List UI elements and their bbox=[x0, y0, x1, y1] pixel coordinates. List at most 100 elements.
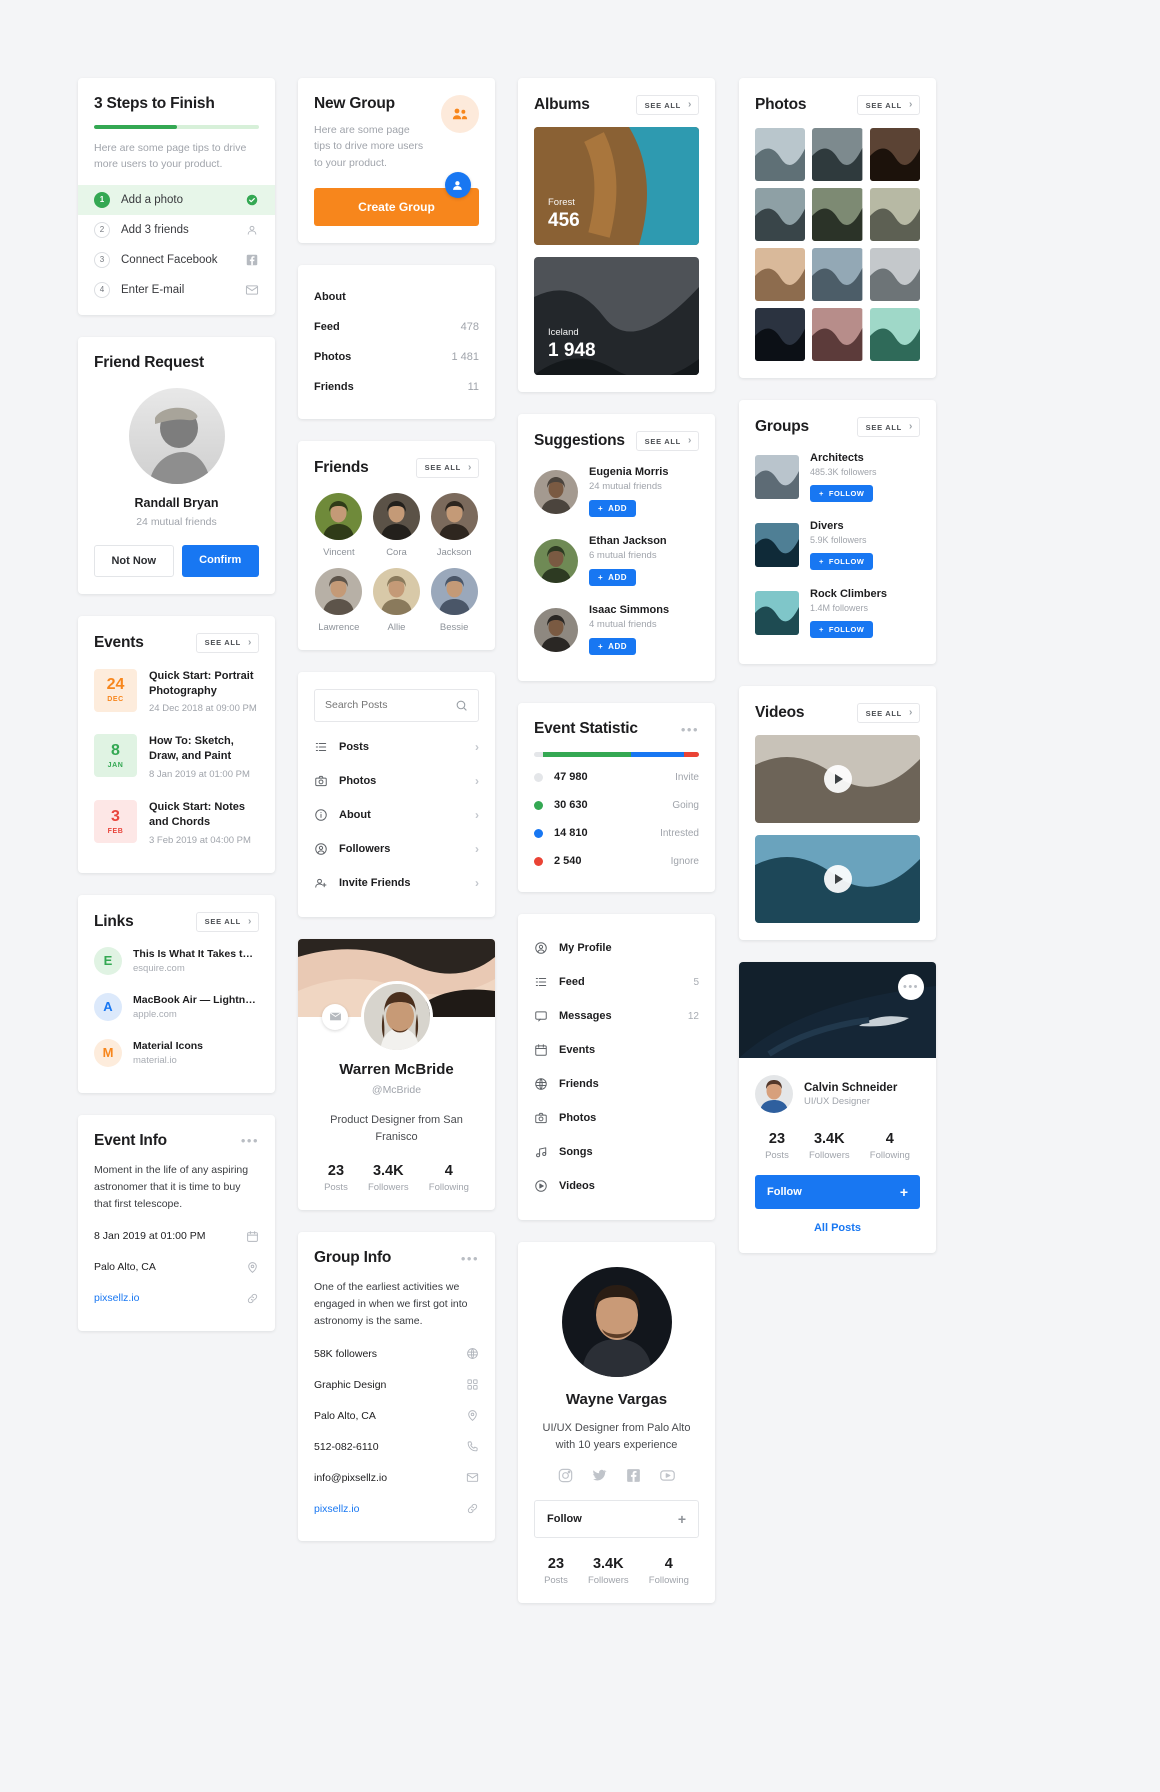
nav-item-photos[interactable]: Photos › bbox=[314, 764, 479, 798]
event-info-menu-button[interactable]: ••• bbox=[241, 1134, 259, 1147]
nav-item-feed[interactable]: Feed 5 bbox=[534, 965, 699, 999]
link-url: apple.com bbox=[133, 1008, 177, 1020]
nav-item-invite-friends[interactable]: Invite Friends › bbox=[314, 866, 479, 900]
about-row[interactable]: About bbox=[314, 282, 479, 312]
photo-tile[interactable] bbox=[869, 128, 920, 181]
facebook-icon[interactable] bbox=[625, 1467, 642, 1484]
twitter-icon[interactable] bbox=[591, 1467, 608, 1484]
nav-item-events[interactable]: Events bbox=[534, 1033, 699, 1067]
step-item-2[interactable]: 2 Add 3 friends bbox=[78, 215, 275, 245]
nav-item-songs[interactable]: Songs bbox=[534, 1135, 699, 1169]
list-item[interactable]: E This Is What It Takes to… esquire.com bbox=[94, 938, 259, 984]
calendar-icon bbox=[534, 1043, 548, 1057]
list-item[interactable]: A MacBook Air — Lightness… apple.com bbox=[94, 984, 259, 1030]
photo-tile[interactable] bbox=[869, 188, 920, 241]
photo-tile[interactable] bbox=[869, 308, 920, 361]
album-item[interactable]: Forest 456 bbox=[534, 127, 699, 245]
video-item[interactable] bbox=[755, 835, 920, 923]
confirm-button[interactable]: Confirm bbox=[181, 544, 259, 577]
facebook-icon bbox=[245, 253, 259, 267]
friend-cell[interactable]: Vincent bbox=[314, 492, 364, 558]
album-item[interactable]: Iceland 1 948 bbox=[534, 257, 699, 375]
step-item-3[interactable]: 3 Connect Facebook bbox=[78, 245, 275, 275]
groups-see-all-button[interactable]: SEE ALL › bbox=[856, 417, 920, 437]
youtube-icon[interactable] bbox=[659, 1467, 676, 1484]
events-see-all-button[interactable]: SEE ALL › bbox=[195, 632, 259, 653]
list-item[interactable]: M Material Icons material.io bbox=[94, 1030, 259, 1076]
photo-tile[interactable] bbox=[812, 128, 863, 181]
search-posts-box[interactable] bbox=[314, 688, 479, 722]
nav-item-about[interactable]: About › bbox=[314, 798, 479, 832]
follow-button[interactable]: Follow + bbox=[534, 1500, 699, 1538]
add-friend-button[interactable]: + ADD bbox=[589, 638, 637, 655]
link-url: esquire.com bbox=[133, 962, 185, 974]
friend-cell[interactable]: Allie bbox=[372, 567, 422, 633]
avatar bbox=[315, 567, 363, 615]
photo-tile[interactable] bbox=[755, 308, 806, 361]
nav-item-photos[interactable]: Photos bbox=[534, 1101, 699, 1135]
photo-tile[interactable] bbox=[869, 248, 920, 301]
step-item-4[interactable]: 4 Enter E-mail bbox=[78, 275, 275, 305]
videos-see-all-button[interactable]: SEE ALL › bbox=[856, 703, 920, 723]
follow-button[interactable]: + FOLLOW bbox=[810, 485, 874, 502]
card-menu-button[interactable]: ••• bbox=[898, 974, 924, 1000]
event-item[interactable]: 8 JAN How To: Sketch, Draw, and Paint 8 … bbox=[94, 724, 259, 790]
friend-cell[interactable]: Lawrence bbox=[314, 567, 364, 633]
nav-item-followers[interactable]: Followers › bbox=[314, 832, 479, 866]
about-row[interactable]: Feed 478 bbox=[314, 312, 479, 342]
play-button[interactable] bbox=[823, 765, 852, 793]
follow-button[interactable]: + FOLLOW bbox=[810, 553, 874, 570]
see-all-label: SEE ALL bbox=[865, 422, 902, 432]
statistic-row: 2 540 Ignore bbox=[534, 847, 699, 875]
play-button[interactable] bbox=[823, 865, 852, 893]
photo-tile[interactable] bbox=[755, 128, 806, 181]
search-input[interactable] bbox=[325, 699, 455, 712]
event-statistic-menu-button[interactable]: ••• bbox=[681, 723, 699, 736]
photo-tile[interactable] bbox=[812, 308, 863, 361]
person-circle-icon bbox=[314, 842, 328, 856]
albums-see-all-button[interactable]: SEE ALL › bbox=[635, 95, 699, 115]
album-count: 456 bbox=[548, 210, 580, 231]
friend-cell[interactable]: Cora bbox=[372, 492, 422, 558]
photo-tile[interactable] bbox=[812, 188, 863, 241]
globe-icon bbox=[466, 1347, 479, 1360]
nav-item-videos[interactable]: Videos bbox=[534, 1169, 699, 1203]
step-item-1[interactable]: 1 Add a photo bbox=[78, 184, 275, 215]
info-row[interactable]: pixsellz.io bbox=[94, 1283, 259, 1314]
follow-button[interactable]: + FOLLOW bbox=[810, 621, 874, 638]
about-row[interactable]: Friends 11 bbox=[314, 372, 479, 402]
photo-tile[interactable] bbox=[755, 248, 806, 301]
friend-name: Allie bbox=[387, 621, 406, 633]
nav-item-my-profile[interactable]: My Profile bbox=[534, 931, 699, 965]
nav-item-messages[interactable]: Messages 12 bbox=[534, 999, 699, 1033]
nav-item-posts[interactable]: Posts › bbox=[314, 730, 479, 764]
about-row[interactable]: Photos 1 481 bbox=[314, 342, 479, 372]
add-friend-button[interactable]: + ADD bbox=[589, 569, 637, 586]
nav-label: Followers bbox=[339, 842, 391, 855]
steps-description: Here are some page tips to drive more us… bbox=[94, 142, 247, 171]
friend-cell[interactable]: Jackson bbox=[429, 492, 479, 558]
photo-tile[interactable] bbox=[812, 248, 863, 301]
links-see-all-button[interactable]: SEE ALL › bbox=[195, 911, 259, 932]
video-item[interactable] bbox=[755, 735, 920, 823]
friends-see-all-button[interactable]: SEE ALL › bbox=[415, 457, 479, 478]
friend-cell[interactable]: Bessie bbox=[429, 567, 479, 633]
event-item[interactable]: 3 FEB Quick Start: Notes and Chords 3 Fe… bbox=[94, 790, 259, 856]
not-now-button[interactable]: Not Now bbox=[94, 544, 174, 577]
link-avatar: A bbox=[94, 992, 122, 1021]
instagram-icon[interactable] bbox=[557, 1467, 574, 1484]
follow-button[interactable]: Follow + bbox=[755, 1175, 920, 1209]
event-item[interactable]: 24 DEC Quick Start: Portrait Photography… bbox=[94, 659, 259, 725]
info-row[interactable]: pixsellz.io bbox=[314, 1493, 479, 1524]
person-add-icon bbox=[314, 876, 328, 890]
all-posts-link[interactable]: All Posts bbox=[755, 1209, 920, 1236]
see-all-label: SEE ALL bbox=[865, 708, 902, 718]
add-friend-button[interactable]: + ADD bbox=[589, 500, 637, 517]
group-info-menu-button[interactable]: ••• bbox=[461, 1252, 479, 1265]
nav-badge: 12 bbox=[687, 1010, 699, 1022]
photo-tile[interactable] bbox=[755, 188, 806, 241]
photos-see-all-button[interactable]: SEE ALL › bbox=[856, 95, 920, 115]
suggestions-see-all-button[interactable]: SEE ALL › bbox=[635, 431, 699, 451]
message-button[interactable] bbox=[322, 1003, 348, 1030]
nav-item-friends[interactable]: Friends bbox=[534, 1067, 699, 1101]
